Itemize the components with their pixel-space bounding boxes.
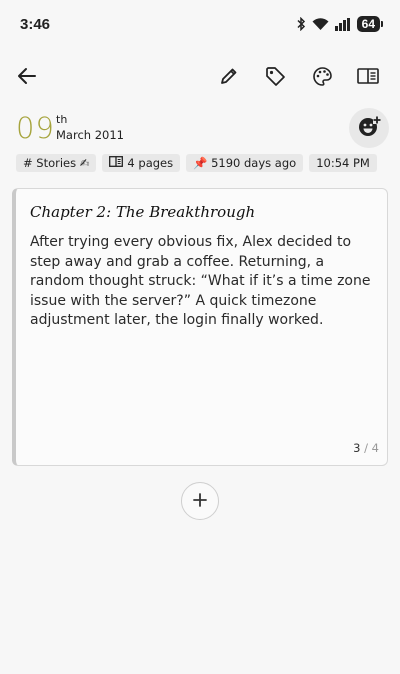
plus-icon bbox=[193, 492, 207, 511]
battery-icon: 64 bbox=[356, 16, 384, 32]
date-day: 09 bbox=[16, 111, 55, 145]
tag-chip-label: # Stories ✍ bbox=[23, 156, 90, 170]
time-chip[interactable]: 10:54 PM bbox=[309, 154, 377, 172]
page-body: After trying every obvious fix, Alex dec… bbox=[30, 234, 371, 328]
wifi-icon bbox=[312, 17, 329, 31]
pages-chip: 4 pages bbox=[102, 154, 181, 172]
page-counter: 3 / 4 bbox=[353, 441, 379, 455]
pencil-icon bbox=[219, 66, 239, 90]
page-separator: / bbox=[364, 441, 369, 455]
age-chip-label: 📌 5190 days ago bbox=[193, 156, 297, 170]
emoji-add-icon bbox=[357, 114, 381, 142]
status-bar: 3:46 64 bbox=[0, 0, 400, 48]
palette-icon bbox=[312, 66, 333, 91]
age-chip: 📌 5190 days ago bbox=[186, 154, 304, 172]
page-current: 3 bbox=[353, 441, 361, 455]
signal-icon bbox=[334, 17, 351, 31]
page-total: 4 bbox=[371, 441, 379, 455]
book-open-icon bbox=[109, 156, 124, 170]
page-card[interactable]: Chapter 2: The Breakthrough After trying… bbox=[12, 188, 388, 466]
add-page-button[interactable] bbox=[181, 482, 219, 520]
arrow-left-icon bbox=[17, 66, 37, 90]
date-month-year: March 2011 bbox=[56, 128, 124, 142]
page-title: Chapter 2: The Breakthrough bbox=[30, 203, 256, 221]
tag-button[interactable] bbox=[261, 64, 289, 92]
status-time: 3:46 bbox=[20, 15, 51, 33]
pages-chip-label: 4 pages bbox=[127, 156, 174, 170]
edit-button[interactable] bbox=[215, 64, 243, 92]
theme-button[interactable] bbox=[308, 64, 336, 92]
book-open-icon bbox=[357, 67, 379, 89]
back-button[interactable] bbox=[13, 64, 41, 92]
add-mood-button[interactable] bbox=[349, 108, 389, 148]
bluetooth-icon bbox=[296, 17, 306, 31]
reader-mode-button[interactable] bbox=[354, 64, 382, 92]
date-day-suffix: th bbox=[56, 113, 68, 126]
tag-chip[interactable]: # Stories ✍ bbox=[16, 154, 97, 172]
entry-info-chips: # Stories ✍ 4 pages 📌 5190 days ago 10:5… bbox=[16, 154, 377, 172]
time-chip-label: 10:54 PM bbox=[316, 156, 370, 170]
tag-icon bbox=[265, 66, 286, 91]
top-toolbar bbox=[0, 56, 400, 100]
status-icons: 64 bbox=[296, 16, 384, 32]
